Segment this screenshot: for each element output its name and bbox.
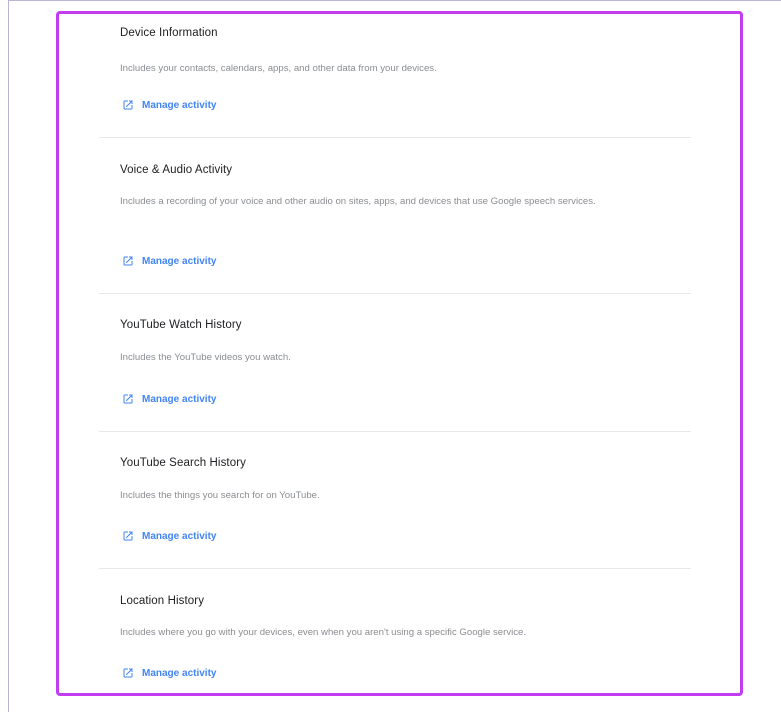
section-description: Includes a recording of your voice and o… bbox=[120, 196, 596, 207]
open-in-new-icon bbox=[123, 256, 133, 266]
section-description: Includes your contacts, calendars, apps,… bbox=[120, 63, 437, 74]
manage-activity-link[interactable]: Manage activity bbox=[122, 530, 216, 542]
activity-section-device-information: Device Information Includes your contact… bbox=[99, 14, 691, 138]
manage-activity-link[interactable]: Manage activity bbox=[122, 255, 216, 267]
section-description: Includes the things you search for on Yo… bbox=[120, 490, 320, 501]
open-in-new-icon bbox=[123, 668, 133, 678]
section-title: YouTube Watch History bbox=[120, 319, 242, 331]
open-in-new-icon bbox=[123, 100, 133, 110]
manage-activity-link[interactable]: Manage activity bbox=[122, 667, 216, 679]
open-in-new-icon bbox=[123, 394, 133, 404]
manage-activity-label: Manage activity bbox=[142, 255, 217, 267]
section-title: Voice & Audio Activity bbox=[120, 164, 233, 176]
activity-section-youtube-watch-history: YouTube Watch History Includes the YouTu… bbox=[99, 294, 691, 432]
section-title: Device Information bbox=[120, 27, 218, 39]
page-top-border bbox=[8, 0, 781, 1]
manage-activity-label: Manage activity bbox=[142, 393, 217, 405]
activity-section-location-history: Location History Includes where you go w… bbox=[99, 569, 691, 693]
activity-section-voice-audio: Voice & Audio Activity Includes a record… bbox=[99, 138, 691, 294]
section-description: Includes where you go with your devices,… bbox=[120, 627, 527, 638]
section-description: Includes the YouTube videos you watch. bbox=[120, 352, 291, 363]
manage-activity-label: Manage activity bbox=[142, 530, 217, 542]
manage-activity-label: Manage activity bbox=[142, 667, 217, 679]
section-title: YouTube Search History bbox=[120, 457, 246, 469]
page-left-border bbox=[8, 0, 9, 712]
open-in-new-icon bbox=[123, 531, 133, 541]
manage-activity-label: Manage activity bbox=[142, 99, 217, 111]
manage-activity-link[interactable]: Manage activity bbox=[122, 393, 216, 405]
manage-activity-link[interactable]: Manage activity bbox=[122, 99, 216, 111]
activity-section-youtube-search-history: YouTube Search History Includes the thin… bbox=[99, 432, 691, 569]
section-title: Location History bbox=[120, 595, 205, 607]
